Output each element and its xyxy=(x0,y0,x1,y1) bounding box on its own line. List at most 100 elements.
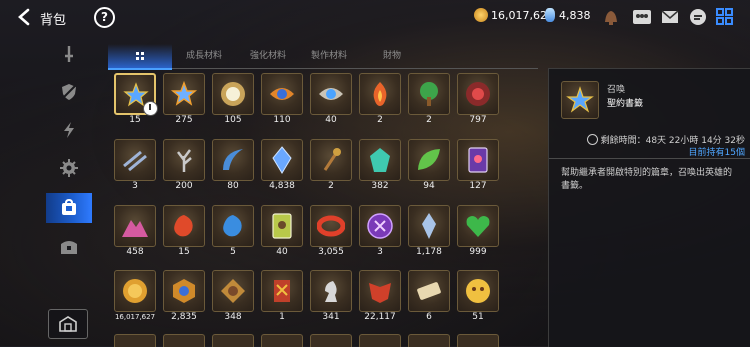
inventory-item[interactable]: 341 xyxy=(310,270,352,327)
chat-icon[interactable] xyxy=(687,6,709,28)
item-frame-partial[interactable] xyxy=(261,334,303,347)
item-name: 聖約書籤 xyxy=(607,99,644,109)
inventory-item[interactable]: 16,017,627 xyxy=(114,270,156,327)
help-button[interactable]: ? xyxy=(94,7,115,28)
mail-icon[interactable] xyxy=(659,6,681,28)
inventory-item[interactable]: 1 xyxy=(261,270,303,327)
lightning-icon xyxy=(64,122,74,138)
tab-enhance-materials[interactable]: 強化材料 xyxy=(250,44,286,68)
item-frame-partial[interactable] xyxy=(163,334,205,347)
item-frame xyxy=(457,205,499,247)
inventory-item[interactable]: 3 xyxy=(359,205,401,262)
star-scroll-icon xyxy=(170,80,198,106)
tab-craft-materials[interactable]: 製作材料 xyxy=(311,44,347,68)
item-count: 1,178 xyxy=(416,247,442,257)
item-frame xyxy=(359,73,401,115)
inventory-item[interactable]: 348 xyxy=(212,270,254,327)
inventory-item[interactable]: 2 xyxy=(310,139,352,196)
item-frame-partial[interactable] xyxy=(408,334,450,347)
item-count: 2 xyxy=(328,181,334,191)
inventory-item[interactable]: 94 xyxy=(408,139,450,196)
green-tree-icon xyxy=(420,82,438,106)
item-frame xyxy=(310,270,352,312)
inventory-item[interactable]: 51 xyxy=(457,270,499,327)
item-count: 1 xyxy=(279,312,285,322)
inventory-item[interactable]: 105 xyxy=(212,73,254,130)
inventory-item[interactable]: 80 xyxy=(212,139,254,196)
item-count: 5 xyxy=(230,247,236,257)
blue-eye-icon xyxy=(319,88,343,100)
inventory-item[interactable]: 110 xyxy=(261,73,303,130)
item-count: 382 xyxy=(371,181,389,191)
tab-all[interactable] xyxy=(108,44,172,70)
gold-face-icon xyxy=(466,279,490,303)
inventory-item[interactable]: 22,117 xyxy=(359,270,401,327)
item-count: 40 xyxy=(276,247,288,257)
inventory-item[interactable]: 797 xyxy=(457,73,499,130)
inventory-item[interactable]: 2 xyxy=(408,73,450,130)
sidebar-item-skill[interactable] xyxy=(46,115,92,145)
inventory-item[interactable]: 200 xyxy=(163,139,205,196)
shield-icon xyxy=(62,84,76,100)
green-heart-icon xyxy=(466,216,490,237)
item-frame-partial[interactable] xyxy=(359,334,401,347)
owned-count: 目前持有15個 xyxy=(688,148,745,158)
inventory-item[interactable]: 2 xyxy=(359,73,401,130)
sidebar-item-rune[interactable] xyxy=(46,153,92,183)
red-mask-icon xyxy=(369,283,391,303)
inventory-item[interactable]: 3 xyxy=(114,139,156,196)
tab-treasure[interactable]: 財物 xyxy=(383,44,401,68)
guild-icon[interactable] xyxy=(631,6,653,28)
inventory-item[interactable]: 40 xyxy=(261,205,303,262)
item-frame-partial[interactable] xyxy=(457,334,499,347)
inventory-item[interactable]: 5 xyxy=(212,205,254,262)
gold-coin-icon xyxy=(474,8,488,22)
item-frame xyxy=(457,270,499,312)
item-frame xyxy=(457,139,499,181)
storage-button[interactable] xyxy=(48,309,88,339)
item-count: 110 xyxy=(273,115,291,125)
sidebar-item-armor[interactable] xyxy=(46,77,92,107)
item-count: 15 xyxy=(129,115,141,125)
item-count: 4,838 xyxy=(269,181,295,191)
item-frame xyxy=(261,205,303,247)
page-title: 背包 xyxy=(40,13,67,28)
menu-grid-icon[interactable] xyxy=(714,6,736,28)
item-frame-partial[interactable] xyxy=(114,334,156,347)
bell-icon[interactable] xyxy=(600,6,622,28)
item-frame-partial[interactable] xyxy=(310,334,352,347)
item-frame xyxy=(261,139,303,181)
timer-badge-icon xyxy=(143,101,158,116)
gear-icon xyxy=(60,159,78,177)
sun-medal-icon xyxy=(221,82,245,106)
item-frame xyxy=(163,73,205,115)
item-frame xyxy=(163,205,205,247)
sidebar-item-chest[interactable] xyxy=(46,232,92,262)
red-bracelet-icon xyxy=(317,215,345,237)
inventory-item[interactable]: 999 xyxy=(457,205,499,262)
ice-shard-icon xyxy=(422,213,436,239)
inventory-item[interactable]: 127 xyxy=(457,139,499,196)
inventory-item[interactable]: 382 xyxy=(359,139,401,196)
tab-growth-materials[interactable]: 成長材料 xyxy=(186,44,222,68)
sidebar-item-material[interactable] xyxy=(46,193,92,223)
item-frame-partial[interactable] xyxy=(212,334,254,347)
item-frame xyxy=(359,139,401,181)
inventory-item[interactable]: 6 xyxy=(408,270,450,327)
sidebar-item-weapon[interactable] xyxy=(46,39,92,69)
item-count: 22,117 xyxy=(364,312,396,322)
inventory-item[interactable]: 15 xyxy=(114,73,158,130)
item-frame xyxy=(212,270,254,312)
inventory-item[interactable]: 458 xyxy=(114,205,156,262)
inventory-item[interactable]: 15 xyxy=(163,205,205,262)
item-category: 召喚 xyxy=(607,85,626,95)
inventory-item[interactable]: 4,838 xyxy=(261,139,303,196)
hex-badge-icon xyxy=(173,279,195,303)
back-arrow-icon[interactable] xyxy=(16,8,34,26)
inventory-item[interactable]: 2,835 xyxy=(163,270,205,327)
item-count: 51 xyxy=(472,312,484,322)
inventory-item[interactable]: 40 xyxy=(310,73,352,130)
inventory-item[interactable]: 1,178 xyxy=(408,205,450,262)
inventory-item[interactable]: 3,055 xyxy=(310,205,352,262)
inventory-item[interactable]: 275 xyxy=(163,73,205,130)
